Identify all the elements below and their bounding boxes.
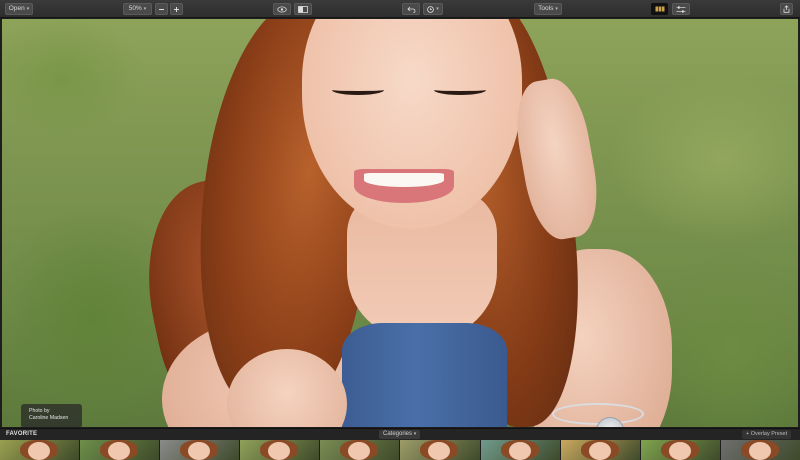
history-dropdown[interactable]: ▾ bbox=[423, 3, 443, 15]
adjustments-panel-toggle[interactable] bbox=[672, 3, 690, 15]
preset-thumbnail[interactable] bbox=[640, 440, 720, 460]
sliders-icon bbox=[676, 5, 686, 13]
preset-strip-header: FAVORITE Categories ▾ + Overlay Preset bbox=[0, 428, 800, 440]
undo-icon bbox=[406, 6, 415, 13]
chevron-down-icon: ▾ bbox=[436, 6, 439, 12]
zoom-dropdown[interactable]: 50% ▾ bbox=[123, 3, 152, 15]
photo-eye-left bbox=[332, 85, 384, 95]
zoom-value: 50% bbox=[128, 5, 142, 12]
preset-thumbnail[interactable] bbox=[720, 440, 800, 460]
zoom-out-button[interactable] bbox=[155, 3, 168, 15]
photo-credit-line2: Caroline Madsen bbox=[29, 415, 69, 421]
share-button[interactable] bbox=[780, 3, 793, 15]
top-toolbar: Open ▾ 50% ▾ ▾ Tools ▾ bbox=[0, 0, 800, 18]
overlay-preset-button[interactable]: + Overlay Preset bbox=[742, 430, 792, 439]
split-view-icon bbox=[298, 5, 308, 13]
chevron-down-icon: ▾ bbox=[555, 6, 558, 12]
presets-panel-toggle[interactable] bbox=[651, 3, 668, 15]
open-dropdown[interactable]: Open ▾ bbox=[5, 3, 33, 15]
categories-dropdown[interactable]: Categories ▾ bbox=[379, 430, 421, 439]
clock-icon bbox=[427, 5, 435, 13]
preset-thumbnail[interactable] bbox=[560, 440, 640, 460]
compare-button[interactable] bbox=[294, 3, 312, 15]
presets-grid-icon bbox=[655, 6, 664, 12]
categories-label: Categories bbox=[383, 431, 413, 437]
chevron-down-icon: ▾ bbox=[143, 6, 147, 12]
preset-thumbnails bbox=[0, 440, 800, 460]
preset-thumbnail[interactable] bbox=[400, 440, 480, 460]
preview-button[interactable] bbox=[273, 3, 291, 15]
tools-dropdown[interactable]: Tools ▾ bbox=[534, 3, 562, 15]
photo-dress bbox=[342, 323, 507, 427]
chevron-down-icon: ▾ bbox=[26, 6, 30, 12]
photo-eye-right bbox=[434, 85, 486, 95]
open-label: Open bbox=[8, 5, 25, 12]
minus-icon bbox=[159, 8, 164, 10]
preset-thumbnail[interactable] bbox=[240, 440, 320, 460]
zoom-in-button[interactable] bbox=[170, 3, 183, 15]
plus-icon bbox=[174, 6, 179, 12]
eye-icon bbox=[277, 6, 287, 12]
share-icon bbox=[783, 5, 790, 13]
preset-thumbnail[interactable] bbox=[0, 440, 80, 460]
favorite-section-label: FAVORITE bbox=[6, 431, 38, 437]
photo-credit-line1: Photo by bbox=[29, 408, 50, 414]
preset-thumbnail[interactable] bbox=[320, 440, 400, 460]
preset-thumbnail[interactable] bbox=[480, 440, 560, 460]
preset-thumbnail[interactable] bbox=[80, 440, 160, 460]
undo-button[interactable] bbox=[402, 3, 420, 15]
chevron-down-icon: ▾ bbox=[413, 431, 417, 437]
photo-canvas[interactable]: Photo by Caroline Madsen bbox=[2, 19, 798, 427]
photo-teeth bbox=[364, 173, 444, 187]
preset-thumbnail[interactable] bbox=[160, 440, 240, 460]
tools-label: Tools bbox=[538, 5, 554, 12]
photo-credit: Photo by Caroline Madsen bbox=[21, 404, 82, 427]
